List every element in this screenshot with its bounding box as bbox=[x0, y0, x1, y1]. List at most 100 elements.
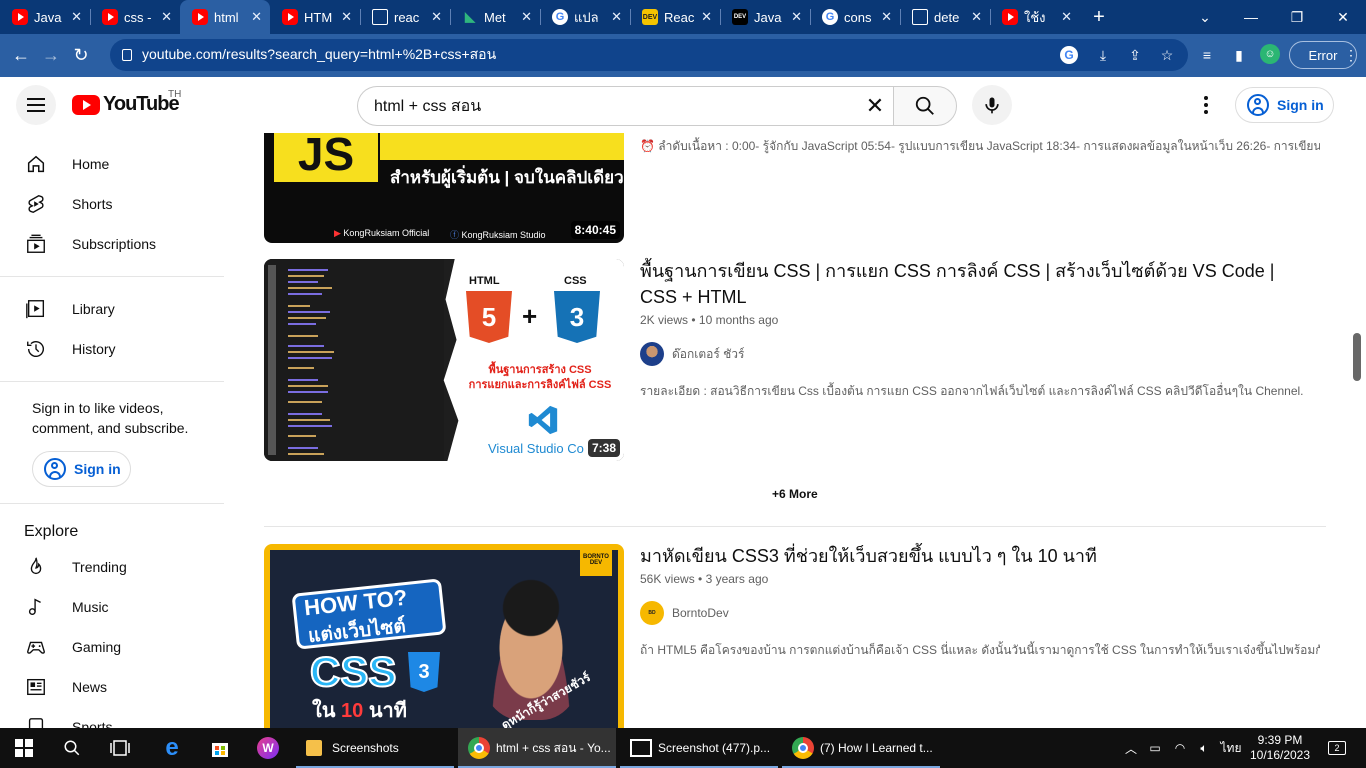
sign-in-button[interactable]: Sign in bbox=[1235, 87, 1334, 123]
sidebar-item-subscriptions[interactable]: Subscriptions bbox=[12, 224, 228, 264]
minimize-icon[interactable]: — bbox=[1228, 0, 1274, 34]
taskbar-app-chrome-profile[interactable]: (7) How I Learned t... bbox=[782, 728, 940, 768]
tab-search-chevron-icon[interactable]: ⌄ bbox=[1182, 0, 1228, 34]
address-bar[interactable]: youtube.com/results?search_query=html+%2… bbox=[110, 39, 1188, 71]
task-view-icon[interactable] bbox=[96, 728, 144, 768]
youtube-logo[interactable]: YouTube TH bbox=[72, 89, 181, 116]
browser-tab[interactable]: G แปล ✕ bbox=[540, 0, 630, 34]
volume-icon[interactable]: 🔈︎ bbox=[1192, 741, 1216, 756]
css3-logo: 3 bbox=[408, 652, 440, 692]
video-thumbnail[interactable]: HTML CSS 5 + 3 พื้นฐานการสร้าง CSS การแยก… bbox=[264, 259, 624, 461]
sidebar-item-library[interactable]: Library bbox=[12, 289, 228, 329]
trending-icon bbox=[24, 555, 48, 579]
sidebar-item-music[interactable]: Music bbox=[12, 587, 228, 627]
search-box: ✕ bbox=[357, 86, 957, 126]
voice-search-button[interactable] bbox=[972, 85, 1012, 125]
browser-tab[interactable]: Gcons ✕ bbox=[810, 0, 900, 34]
browser-tab[interactable]: DEV Reac ✕ bbox=[630, 0, 720, 34]
plus-sign: + bbox=[522, 301, 538, 331]
notification-center-icon[interactable]: 2 bbox=[1322, 728, 1352, 768]
css3-logo: 3 bbox=[554, 291, 600, 343]
browser-tab[interactable]: dete ✕ bbox=[900, 0, 990, 34]
browser-tab[interactable]: ใช้ง ✕ bbox=[990, 0, 1080, 34]
video-title[interactable]: มาหัดเขียน CSS3 ที่ช่วยให้เว็บสวยขึ้น แบ… bbox=[640, 543, 1280, 569]
tab-close-icon[interactable]: ✕ bbox=[251, 9, 262, 25]
channel-link[interactable]: BD BorntoDev bbox=[640, 601, 729, 625]
browser-tab[interactable]: css - ✕ bbox=[90, 0, 180, 34]
back-arrow-icon[interactable]: ← bbox=[6, 41, 36, 71]
wifi-icon[interactable]: ◠ bbox=[1168, 741, 1192, 755]
settings-more-icon[interactable] bbox=[1196, 93, 1216, 117]
taskbar-app-screenshots[interactable]: Screenshots bbox=[296, 728, 454, 768]
sidebar-item-trending[interactable]: Trending bbox=[12, 547, 228, 587]
history-icon bbox=[24, 337, 48, 361]
tab-close-icon[interactable]: ✕ bbox=[71, 9, 82, 25]
reload-icon[interactable]: ↻ bbox=[66, 41, 96, 71]
wps-office-icon[interactable]: W bbox=[244, 728, 292, 768]
profile-avatar[interactable]: ☺ bbox=[1260, 44, 1280, 64]
taskbar-app-chrome-youtube[interactable]: html + css สอน - Yo... bbox=[458, 728, 616, 768]
language-indicator[interactable]: ไทย bbox=[1216, 739, 1246, 758]
sports-icon bbox=[24, 715, 48, 728]
battery-icon[interactable]: ▭ bbox=[1142, 741, 1168, 755]
tab-close-icon[interactable]: ✕ bbox=[521, 9, 532, 25]
hamburger-menu-icon[interactable] bbox=[16, 85, 56, 125]
chrome-icon bbox=[468, 737, 490, 759]
media-queue-icon[interactable]: ≡ bbox=[1196, 44, 1218, 66]
edge-icon[interactable]: e bbox=[148, 728, 196, 768]
show-more-button[interactable]: +6 More bbox=[772, 487, 818, 501]
close-window-icon[interactable]: ✕ bbox=[1320, 0, 1366, 34]
search-button[interactable] bbox=[893, 86, 957, 126]
sidebar-item-news[interactable]: News bbox=[12, 667, 228, 707]
channel-link[interactable]: ด๊อกเตอร์ ชัวร์ bbox=[640, 342, 744, 366]
tab-close-icon[interactable]: ✕ bbox=[161, 9, 172, 25]
bookmark-star-icon[interactable]: ☆ bbox=[1156, 44, 1178, 66]
tab-close-icon[interactable]: ✕ bbox=[341, 9, 352, 25]
taskbar-app-photos[interactable]: Screenshot (477).p... bbox=[620, 728, 778, 768]
sidebar-item-history[interactable]: History bbox=[12, 329, 228, 369]
clock[interactable]: 9:39 PM 10/16/2023 bbox=[1250, 728, 1310, 768]
google-icon: G bbox=[552, 9, 568, 25]
tab-close-icon[interactable]: ✕ bbox=[971, 9, 982, 25]
browser-tab[interactable]: ◣ Met ✕ bbox=[450, 0, 540, 34]
page-scrollbar[interactable] bbox=[1353, 333, 1361, 381]
account-icon bbox=[44, 458, 66, 480]
tab-close-icon[interactable]: ✕ bbox=[611, 9, 622, 25]
tab-close-icon[interactable]: ✕ bbox=[791, 9, 802, 25]
new-tab-plus-icon[interactable]: + bbox=[1084, 0, 1114, 34]
browser-tab[interactable]: Java ✕ bbox=[0, 0, 90, 34]
forward-arrow-icon[interactable]: → bbox=[36, 41, 66, 71]
sidebar-divider bbox=[0, 381, 224, 382]
browser-tab-active[interactable]: html ✕ bbox=[180, 0, 270, 34]
sidebar-item-home[interactable]: Home bbox=[12, 144, 228, 184]
browser-menu-icon[interactable]: ⋮ bbox=[1340, 44, 1362, 66]
tab-close-icon[interactable]: ✕ bbox=[431, 9, 442, 25]
search-input[interactable] bbox=[357, 86, 893, 126]
video-title[interactable]: พื้นฐานการเขียน CSS | การแยก CSS การลิงค… bbox=[640, 258, 1280, 310]
clear-search-icon[interactable]: ✕ bbox=[863, 93, 887, 118]
store-icon[interactable] bbox=[196, 728, 244, 768]
tab-close-icon[interactable]: ✕ bbox=[1061, 9, 1072, 25]
sidebar-item-sports[interactable]: Sports bbox=[12, 707, 228, 728]
tab-close-icon[interactable]: ✕ bbox=[701, 9, 712, 25]
restore-icon[interactable]: ❐ bbox=[1274, 0, 1320, 34]
browser-tab[interactable]: HTM ✕ bbox=[270, 0, 360, 34]
video-thumbnail[interactable]: HOW TO? แต่งเว็บไซต์ CSS 3 ใน 10 นาที BO… bbox=[264, 544, 624, 728]
side-panel-icon[interactable]: ▮ bbox=[1228, 44, 1250, 66]
share-icon[interactable]: ⇪ bbox=[1124, 44, 1146, 66]
browser-tab[interactable]: DEV Java ✕ bbox=[720, 0, 810, 34]
google-lens-icon[interactable]: G bbox=[1060, 46, 1078, 64]
chevron-up-icon[interactable]: ︿ bbox=[1120, 740, 1142, 757]
sidebar-item-shorts[interactable]: Shorts bbox=[12, 184, 228, 224]
google-icon: G bbox=[822, 9, 838, 25]
tab-close-icon[interactable]: ✕ bbox=[881, 9, 892, 25]
sidebar-sign-in-button[interactable]: Sign in bbox=[32, 451, 131, 487]
search-icon[interactable] bbox=[48, 728, 96, 768]
sidebar-item-gaming[interactable]: Gaming bbox=[12, 627, 228, 667]
windows-start-icon[interactable] bbox=[0, 728, 48, 768]
channel-avatar: BD bbox=[640, 601, 664, 625]
video-thumbnail[interactable]: JS สำหรับผู้เริ่มต้น | จบในคลิปเดียว ▶ K… bbox=[264, 133, 624, 243]
install-app-icon[interactable]: ⤓ bbox=[1092, 44, 1114, 66]
vscode-icon bbox=[526, 403, 560, 437]
browser-tab[interactable]: reac ✕ bbox=[360, 0, 450, 34]
